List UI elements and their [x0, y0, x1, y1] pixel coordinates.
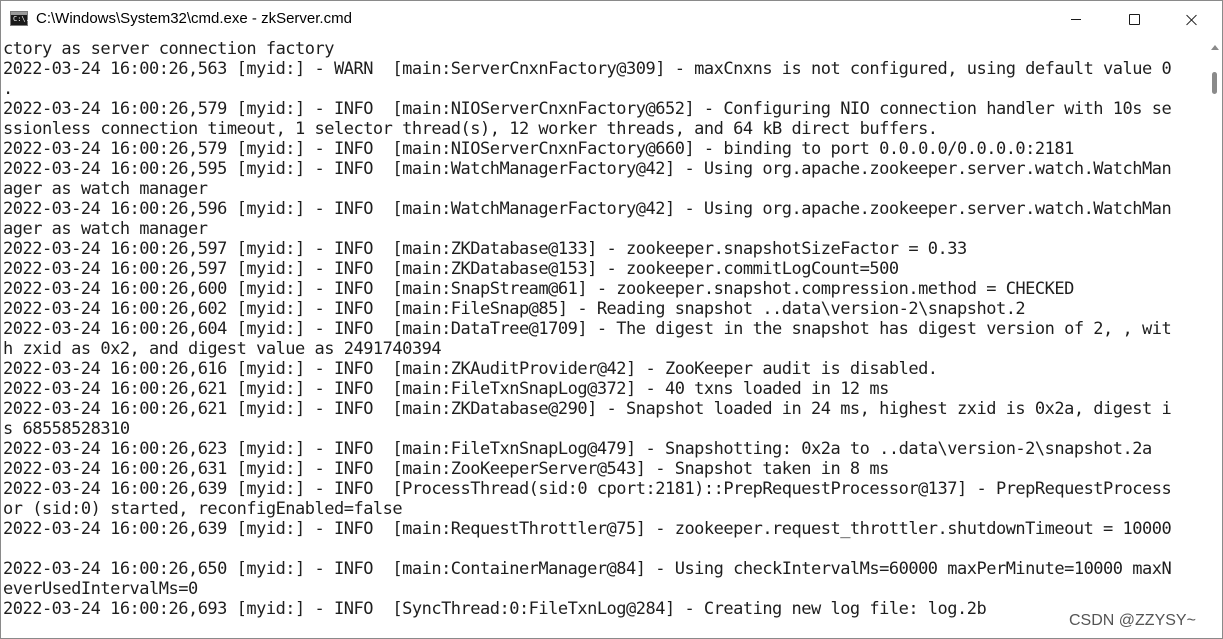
console-line: 2022-03-24 16:00:26,639 [myid:] - INFO […	[3, 479, 1172, 499]
window-title: C:\Windows\System32\cmd.exe - zkServer.c…	[36, 10, 352, 27]
console-line: 2022-03-24 16:00:26,631 [myid:] - INFO […	[3, 459, 889, 479]
console-line: 2022-03-24 16:00:26,579 [myid:] - INFO […	[3, 99, 1172, 119]
maximize-icon	[1128, 14, 1140, 25]
console-output[interactable]: ctory as server connection factory 2022-0…	[1, 39, 1206, 638]
console-line: 2022-03-24 16:00:26,579 [myid:] - INFO […	[3, 139, 1074, 159]
minimize-icon	[1071, 19, 1081, 20]
console-line: 2022-03-24 16:00:26,597 [myid:] - INFO […	[3, 259, 899, 279]
console-line: 2022-03-24 16:00:26,616 [myid:] - INFO […	[3, 359, 938, 379]
cmd-app-icon[interactable]: C:\.	[10, 11, 30, 26]
close-icon	[1186, 14, 1198, 26]
console-line: 2022-03-24 16:00:26,621 [myid:] - INFO […	[3, 399, 1172, 419]
title-bar[interactable]: C:\. C:\Windows\System32\cmd.exe - zkSer…	[1, 1, 1222, 38]
scroll-up-arrow-icon[interactable]	[1211, 45, 1219, 50]
console-line: everUsedIntervalMs=0	[3, 579, 198, 599]
scroll-thumb[interactable]	[1212, 72, 1217, 94]
console-line: s 68558528310	[3, 419, 130, 439]
console-line: 2022-03-24 16:00:26,597 [myid:] - INFO […	[3, 239, 967, 259]
console-line: 2022-03-24 16:00:26,621 [myid:] - INFO […	[3, 379, 889, 399]
console-line: ctory as server connection factory	[3, 39, 335, 59]
console-line: 2022-03-24 16:00:26,639 [myid:] - INFO […	[3, 519, 1172, 539]
console-line: 2022-03-24 16:00:26,650 [myid:] - INFO […	[3, 559, 1172, 579]
maximize-button[interactable]	[1105, 1, 1163, 38]
console-line: .	[3, 79, 13, 99]
console-line: 2022-03-24 16:00:26,623 [myid:] - INFO […	[3, 439, 1152, 459]
console-line: h zxid as 0x2, and digest value as 24917…	[3, 339, 442, 359]
minimize-button[interactable]	[1047, 1, 1105, 38]
watermark: CSDN @ZZYSY~	[1069, 612, 1196, 629]
console-window: C:\. C:\Windows\System32\cmd.exe - zkSer…	[0, 0, 1223, 639]
console-line: or (sid:0) started, reconfigEnabled=fals…	[3, 499, 403, 519]
console-line: 2022-03-24 16:00:26,604 [myid:] - INFO […	[3, 319, 1172, 339]
console-line: 2022-03-24 16:00:26,693 [myid:] - INFO […	[3, 599, 987, 619]
console-line: 2022-03-24 16:00:26,595 [myid:] - INFO […	[3, 159, 1172, 179]
console-line: 2022-03-24 16:00:26,596 [myid:] - INFO […	[3, 199, 1172, 219]
vertical-scrollbar[interactable]	[1207, 39, 1222, 638]
console-line: 2022-03-24 16:00:26,602 [myid:] - INFO […	[3, 299, 1026, 319]
console-line: ager as watch manager	[3, 219, 208, 239]
close-button[interactable]	[1163, 1, 1221, 38]
console-line: ager as watch manager	[3, 179, 208, 199]
cmd-app-icon-glyph: C:\.	[13, 15, 30, 23]
console-line: ssionless connection timeout, 1 selector…	[3, 119, 938, 139]
console-line: 2022-03-24 16:00:26,600 [myid:] - INFO […	[3, 279, 1074, 299]
console-line: 2022-03-24 16:00:26,563 [myid:] - WARN […	[3, 59, 1172, 79]
